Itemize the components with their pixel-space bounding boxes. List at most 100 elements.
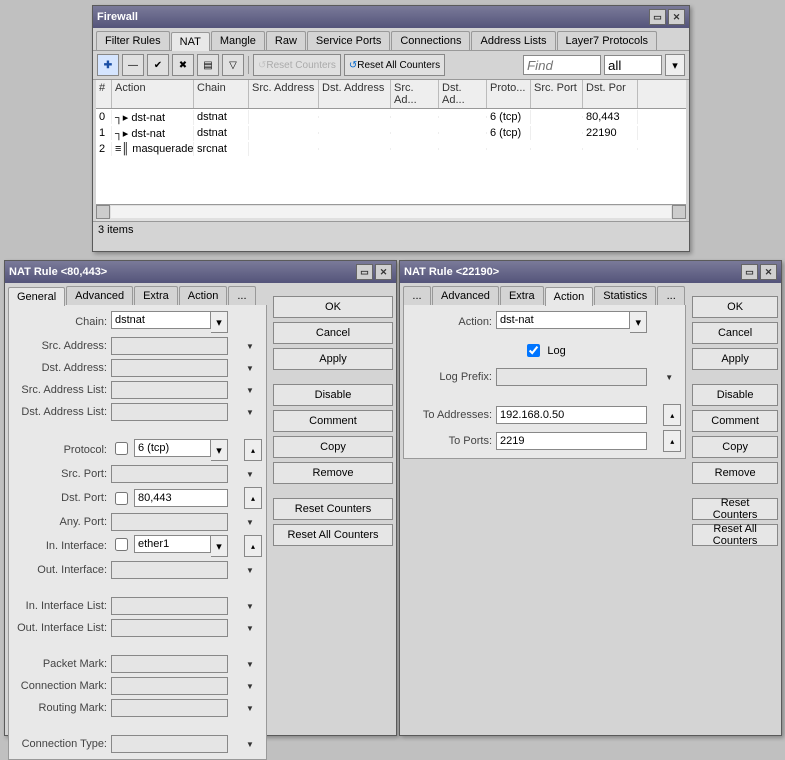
filter-all-select[interactable] (604, 55, 662, 75)
tab-extra[interactable]: Extra (134, 286, 178, 305)
minimize-icon[interactable]: ▭ (649, 9, 666, 25)
col-srcad[interactable]: Src. Ad... (391, 80, 439, 108)
expand-icon[interactable]: ▼ (244, 624, 262, 633)
remove-button[interactable]: Remove (273, 462, 393, 484)
cancel-button[interactable]: Cancel (692, 322, 778, 344)
tab-filter-rules[interactable]: Filter Rules (96, 31, 170, 50)
close-icon[interactable]: ✕ (375, 264, 392, 280)
dstport-invert-checkbox[interactable] (115, 492, 128, 505)
dropdown-icon[interactable]: ▾ (665, 54, 685, 76)
tab-mangle[interactable]: Mangle (211, 31, 265, 50)
to-addresses-input[interactable] (496, 406, 647, 424)
col-chain[interactable]: Chain (194, 80, 249, 108)
col-srcaddr[interactable]: Src. Address (249, 80, 319, 108)
chevron-down-icon[interactable]: ▾ (211, 311, 228, 333)
expand-icon[interactable]: ▼ (244, 704, 262, 713)
expand-icon[interactable]: ▼ (244, 386, 262, 395)
chevron-down-icon[interactable]: ▾ (630, 311, 647, 333)
close-icon[interactable]: ✕ (760, 264, 777, 280)
conn-type-input[interactable] (111, 735, 228, 753)
remove-button[interactable]: Remove (692, 462, 778, 484)
expand-icon[interactable]: ▼ (244, 682, 262, 691)
copy-button[interactable]: Copy (273, 436, 393, 458)
col-action[interactable]: Action (112, 80, 194, 108)
disable-button[interactable]: Disable (692, 384, 778, 406)
enable-button[interactable]: ✔ (147, 54, 169, 76)
tab-statistics[interactable]: Statistics (594, 286, 656, 305)
out-if-list-input[interactable] (111, 619, 228, 637)
ok-button[interactable]: OK (273, 296, 393, 318)
in-interface-select[interactable] (134, 535, 211, 553)
tab-layer7[interactable]: Layer7 Protocols (557, 31, 658, 50)
tab-nat[interactable]: NAT (171, 32, 210, 51)
tab-more[interactable]: ... (228, 286, 255, 305)
collapse-icon[interactable]: ▴ (663, 404, 681, 426)
out-interface-input[interactable] (111, 561, 228, 579)
collapse-icon[interactable]: ▴ (244, 487, 262, 509)
tab-action[interactable]: Action (179, 286, 228, 305)
table-row[interactable]: 1 ┐▸ dst-nat dstnat 6 (tcp) 22190 (96, 125, 686, 141)
tab-prev[interactable]: ... (403, 286, 431, 305)
collapse-icon[interactable]: ▴ (244, 439, 262, 461)
collapse-icon[interactable]: ▴ (244, 535, 262, 557)
reset-all-counters-button[interactable]: Reset All Counters (692, 524, 778, 546)
reset-all-counters-button[interactable]: Reset All Counters (273, 524, 393, 546)
table-row[interactable]: 0 ┐▸ dst-nat dstnat 6 (tcp) 80,443 (96, 109, 686, 125)
reset-counters-button[interactable]: ↺ Reset Counters (253, 54, 341, 76)
expand-icon[interactable]: ▼ (244, 566, 262, 575)
src-addr-list-input[interactable] (111, 381, 228, 399)
any-port-input[interactable] (111, 513, 228, 531)
cancel-button[interactable]: Cancel (273, 322, 393, 344)
src-port-input[interactable] (111, 465, 228, 483)
expand-icon[interactable]: ▼ (244, 740, 262, 749)
minimize-icon[interactable]: ▭ (741, 264, 758, 280)
tab-general[interactable]: General (8, 287, 65, 306)
log-prefix-input[interactable] (496, 368, 647, 386)
expand-icon[interactable]: ▼ (244, 364, 262, 373)
log-checkbox[interactable] (527, 344, 540, 357)
tab-action[interactable]: Action (545, 287, 594, 306)
firewall-titlebar[interactable]: Firewall ▭ ✕ (93, 6, 689, 28)
nat-rule-2-titlebar[interactable]: NAT Rule <22190> ▭ ✕ (400, 261, 781, 283)
reset-counters-button[interactable]: Reset Counters (692, 498, 778, 520)
packet-mark-input[interactable] (111, 655, 228, 673)
expand-icon[interactable]: ▼ (244, 408, 262, 417)
copy-button[interactable]: Copy (692, 436, 778, 458)
remove-button[interactable]: — (122, 54, 144, 76)
nat-rule-1-titlebar[interactable]: NAT Rule <80,443> ▭ ✕ (5, 261, 396, 283)
col-proto[interactable]: Proto... (487, 80, 531, 108)
dst-address-input[interactable] (111, 359, 228, 377)
routing-mark-input[interactable] (111, 699, 228, 717)
reset-counters-button[interactable]: Reset Counters (273, 498, 393, 520)
chevron-down-icon[interactable]: ▾ (211, 439, 228, 461)
minimize-icon[interactable]: ▭ (356, 264, 373, 280)
tab-next[interactable]: ... (657, 286, 685, 305)
proto-invert-checkbox[interactable] (115, 442, 128, 455)
tab-connections[interactable]: Connections (391, 31, 470, 50)
tab-advanced[interactable]: Advanced (66, 286, 133, 305)
table-row[interactable]: 2 ≡║ masquerade srcnat (96, 141, 686, 157)
apply-button[interactable]: Apply (692, 348, 778, 370)
filter-icon[interactable]: ▽ (222, 54, 244, 76)
src-address-input[interactable] (111, 337, 228, 355)
disable-button[interactable]: Disable (273, 384, 393, 406)
dst-port-input[interactable] (134, 489, 228, 507)
close-icon[interactable]: ✕ (668, 9, 685, 25)
tab-address-lists[interactable]: Address Lists (471, 31, 555, 50)
reset-all-counters-button[interactable]: ↺ Reset All Counters (344, 54, 445, 76)
tab-advanced[interactable]: Advanced (432, 286, 499, 305)
h-scrollbar[interactable] (96, 204, 686, 221)
apply-button[interactable]: Apply (273, 348, 393, 370)
comment-button[interactable]: Comment (273, 410, 393, 432)
chevron-down-icon[interactable]: ▾ (211, 535, 228, 557)
col-dstport[interactable]: Dst. Por (583, 80, 638, 108)
action-select[interactable] (496, 311, 630, 329)
col-dstad[interactable]: Dst. Ad... (439, 80, 487, 108)
dst-addr-list-input[interactable] (111, 403, 228, 421)
col-num[interactable]: # (96, 80, 112, 108)
conn-mark-input[interactable] (111, 677, 228, 695)
in-if-list-input[interactable] (111, 597, 228, 615)
expand-icon[interactable]: ▼ (244, 660, 262, 669)
col-srcport[interactable]: Src. Port (531, 80, 583, 108)
find-input[interactable] (523, 55, 601, 75)
